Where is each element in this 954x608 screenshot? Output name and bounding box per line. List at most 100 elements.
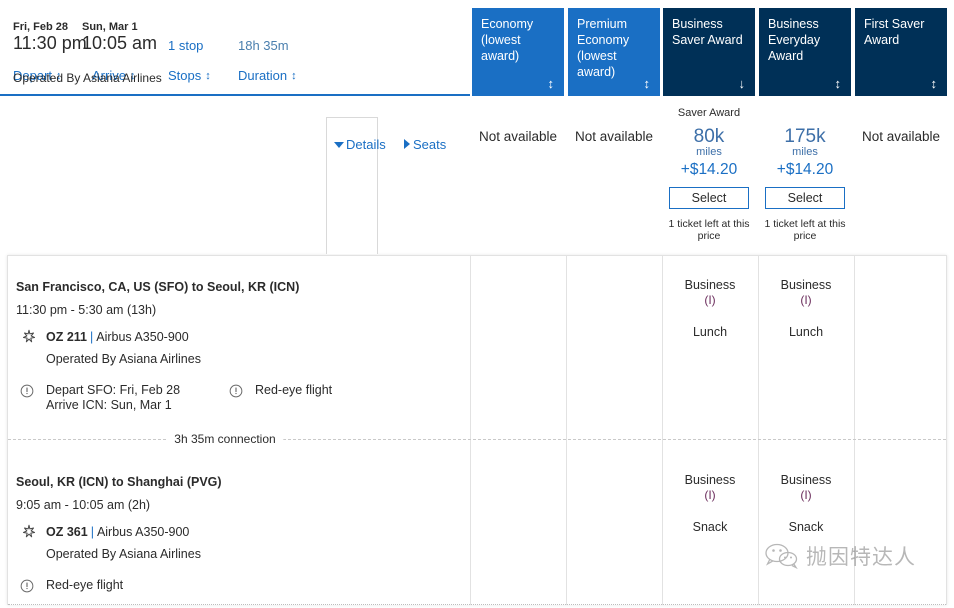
wechat-icon <box>765 543 798 569</box>
arrive-time: 10:05 am <box>82 33 158 53</box>
fare-class-header-1[interactable]: Premium Economy (lowest award) <box>568 8 660 96</box>
cabin-booking-code: (I) <box>704 488 716 502</box>
sort-link-label: Stops <box>168 68 202 83</box>
fare-cell-0: Not available <box>472 98 564 254</box>
sort-updown-icon[interactable] <box>205 70 211 82</box>
connection-divider <box>8 439 946 440</box>
cabin-booking-code: (I) <box>704 293 716 307</box>
fare-miles-unit: miles <box>792 146 818 158</box>
sort-link-stops[interactable]: Stops <box>168 68 211 83</box>
sort-descending-icon[interactable] <box>739 78 746 91</box>
fare-miles-amount: 80k <box>693 126 725 147</box>
fare-class-header-label: Premium Economy (lowest award) <box>577 17 630 79</box>
segment-flight-info: OZ 361 | Airbus A350-900 <box>46 525 189 539</box>
alert-circle-icon <box>229 384 243 398</box>
segment-cabin-cell: Business (I) Lunch <box>662 278 758 339</box>
watermark: 抛因特达人 <box>765 541 916 571</box>
fare-taxes-amount: +$14.20 <box>776 161 834 178</box>
segment-flight-number: OZ 361 <box>46 525 88 539</box>
stops-link[interactable]: 1 stop <box>168 38 203 53</box>
segment-route: Seoul, KR (ICN) to Shanghai (PVG) <box>16 475 222 489</box>
seats-toggle[interactable]: Seats <box>404 137 446 152</box>
segment-operated-by: Operated By Asiana Airlines <box>46 352 201 366</box>
cabin-name: Business <box>780 278 832 292</box>
star-alliance-icon <box>21 329 37 345</box>
segment-aircraft: Airbus A350-900 <box>96 525 190 539</box>
segment-note-text: Red-eye flight <box>255 383 333 397</box>
fare-cell-3: 175k miles +$14.20 Select 1 ticket left at t… <box>759 98 851 254</box>
cabin-booking-code: (I) <box>800 488 812 502</box>
sort-updown-icon[interactable] <box>835 78 842 91</box>
segment-flight-number: OZ 211 <box>46 330 87 344</box>
fare-unavailable-text: Not available <box>574 129 654 144</box>
select-fare-button[interactable]: Select <box>669 187 749 209</box>
details-toggle[interactable]: Details <box>334 137 386 152</box>
cabin-meal-service: Lunch <box>788 325 824 339</box>
fare-class-header-2[interactable]: Business Saver Award <box>663 8 755 96</box>
cabin-meal-service: Lunch <box>692 325 728 339</box>
arrive-date: Sun, Mar 1 <box>82 21 138 33</box>
fare-cell-2: Saver Award 80k miles +$14.20 Select 1 ticket… <box>663 98 755 254</box>
sort-updown-icon[interactable] <box>931 78 938 91</box>
segment-note: Depart SFO: Fri, Feb 28 Arrive ICN: Sun,… <box>20 383 181 413</box>
star-alliance-icon <box>21 524 37 540</box>
tickets-left-notice: 1 ticket left at this price <box>668 218 750 242</box>
sort-link-duration[interactable]: Duration <box>238 68 297 83</box>
cabin-booking-code: (I) <box>800 293 812 307</box>
segment-route: San Francisco, CA, US (SFO) to Seoul, KR… <box>16 280 300 294</box>
segment-operated-by: Operated By Asiana Airlines <box>46 547 201 561</box>
fare-miles-unit: miles <box>696 146 722 158</box>
operated-by-text: Operated By Asiana Airlines <box>13 71 162 85</box>
watermark-text: 抛因特达人 <box>806 546 916 569</box>
details-column-divider <box>470 256 471 605</box>
sort-updown-icon[interactable] <box>548 78 555 91</box>
segment-cabin-cell: Business (I) Snack <box>758 473 854 534</box>
tickets-left-notice: 1 ticket left at this price <box>764 218 846 242</box>
connection-duration: 3h 35m connection <box>166 432 284 446</box>
flight-details-panel: San Francisco, CA, US (SFO) to Seoul, KR… <box>7 255 947 605</box>
details-label: Details <box>346 137 386 152</box>
fare-class-header-label: First Saver Award <box>864 17 925 47</box>
segment-note: Red-eye flight <box>20 578 124 593</box>
panel-bottom-divider <box>8 604 946 605</box>
segment-note: Red-eye flight <box>229 383 333 398</box>
cabin-name: Business <box>684 278 736 292</box>
segment-cabin-cell: Business (I) Snack <box>662 473 758 534</box>
chevron-down-icon <box>334 142 344 148</box>
details-column-divider <box>566 256 567 605</box>
cabin-name: Business <box>684 473 736 487</box>
alert-circle-icon <box>20 579 34 593</box>
separator: | <box>90 525 94 539</box>
flight-award-results-page: Economy (lowest award) Premium Economy (l… <box>0 0 954 608</box>
segment-aircraft: Airbus A350-900 <box>96 330 189 344</box>
fare-class-header-label: Business Everyday Award <box>768 17 821 63</box>
segment-times: 11:30 pm - 5:30 am (13h) <box>16 303 157 317</box>
sort-link-label: Duration <box>238 68 288 83</box>
cabin-meal-service: Snack <box>692 520 728 534</box>
chevron-right-icon <box>404 139 410 149</box>
fare-class-header-3[interactable]: Business Everyday Award <box>759 8 851 96</box>
fare-cell-1: Not available <box>568 98 660 254</box>
sort-updown-icon[interactable] <box>644 78 651 91</box>
segment-note-text: Red-eye flight <box>46 578 124 592</box>
fare-cell-4: Not available <box>855 98 947 254</box>
depart-date: Fri, Feb 28 <box>13 21 69 33</box>
segment-times: 9:05 am - 10:05 am (2h) <box>16 498 151 512</box>
details-column-divider <box>854 256 855 605</box>
segment-cabin-cell: Business (I) Lunch <box>758 278 854 339</box>
fare-unavailable-text: Not available <box>861 129 941 144</box>
alert-circle-icon <box>20 384 34 398</box>
cabin-meal-service: Snack <box>788 520 824 534</box>
fare-miles-amount: 175k <box>784 126 826 147</box>
fare-class-header-label: Economy (lowest award) <box>481 17 534 63</box>
select-fare-button[interactable]: Select <box>765 187 845 209</box>
fare-class-header-4[interactable]: First Saver Award <box>855 8 947 96</box>
award-type-label: Saver Award <box>677 107 741 119</box>
seats-label: Seats <box>413 137 447 152</box>
fare-taxes-amount: +$14.20 <box>680 161 738 178</box>
fare-class-header-label: Business Saver Award <box>672 17 743 47</box>
segment-note-text: Depart SFO: Fri, Feb 28 Arrive ICN: Sun,… <box>46 383 181 412</box>
depart-time: 11:30 pm <box>13 33 87 53</box>
sort-updown-icon[interactable] <box>291 70 297 82</box>
fare-class-header-0[interactable]: Economy (lowest award) <box>472 8 564 96</box>
